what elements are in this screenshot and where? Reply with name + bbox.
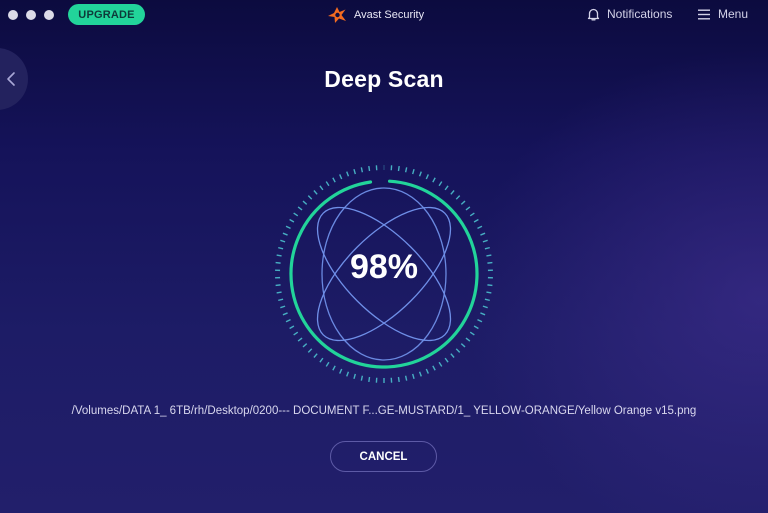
window-controls — [8, 10, 54, 20]
progress-tick — [438, 181, 443, 187]
progress-tick — [473, 218, 479, 223]
progress-tick — [469, 212, 475, 217]
progress-tick — [293, 212, 299, 217]
progress-tick — [282, 232, 288, 236]
progress-tick — [438, 361, 443, 367]
progress-tick — [469, 331, 475, 336]
progress-tick — [404, 375, 408, 381]
progress-tick — [455, 195, 461, 200]
progress-tick — [465, 337, 471, 342]
progress-tick — [293, 331, 299, 336]
progress-tick — [465, 206, 471, 211]
progress-tick — [482, 239, 488, 243]
progress-tick — [444, 357, 449, 363]
close-window-button[interactable] — [8, 10, 18, 20]
progress-tick — [339, 368, 343, 374]
notifications-button[interactable]: Notifications — [587, 7, 672, 21]
progress-tick — [307, 195, 313, 200]
upgrade-button[interactable]: UPGRADE — [68, 4, 145, 25]
progress-tick — [482, 305, 488, 309]
progress-tick — [460, 343, 466, 348]
progress-tick — [432, 365, 436, 371]
page-title: Deep Scan — [324, 66, 444, 92]
progress-tick — [455, 348, 461, 353]
progress-tick — [411, 169, 415, 175]
progress-tick — [339, 174, 343, 180]
progress-tick — [285, 318, 291, 323]
progress-tick — [282, 312, 288, 316]
zoom-window-button[interactable] — [44, 10, 54, 20]
app-brand: Avast Security — [327, 6, 424, 24]
progress-tick — [332, 177, 336, 183]
progress-tick — [278, 298, 284, 302]
current-file-path: /Volumes/DATA 1_ 6TB/rh/Desktop/0200--- … — [71, 405, 697, 417]
progress-tick — [477, 318, 483, 323]
progress-tick — [325, 361, 330, 367]
progress-tick — [307, 348, 313, 353]
progress-tick — [319, 357, 324, 363]
progress-tick — [289, 325, 295, 330]
progress-tick — [404, 167, 408, 173]
title-bar: UPGRADE Avast Security Notifications Men… — [0, 0, 768, 30]
progress-tick — [353, 169, 357, 175]
progress-tick — [360, 375, 364, 381]
hamburger-icon — [698, 9, 710, 19]
progress-tick — [397, 376, 400, 383]
progress-tick — [313, 353, 318, 358]
progress-tick — [332, 365, 336, 371]
progress-tick — [346, 171, 350, 177]
progress-tick — [280, 305, 286, 309]
progress-tick — [302, 200, 308, 205]
progress-tick — [480, 232, 486, 236]
progress-tick — [368, 165, 371, 172]
progress-tick — [346, 371, 350, 377]
progress-tick — [302, 343, 308, 348]
menu-label: Menu — [718, 7, 749, 21]
progress-tick — [477, 225, 483, 230]
progress-tick — [313, 190, 318, 195]
progress-tick — [450, 353, 455, 358]
progress-tick — [285, 225, 291, 230]
progress-tick — [418, 171, 422, 177]
progress-tick — [319, 185, 324, 191]
progress-tick — [411, 373, 415, 379]
progress-tick — [460, 200, 466, 205]
progress-tick — [473, 325, 479, 330]
progress-tick — [353, 373, 357, 379]
progress-tick — [484, 298, 490, 302]
progress-tick — [289, 218, 295, 223]
app-name: Avast Security — [354, 9, 425, 21]
progress-tick — [486, 291, 492, 294]
progress-tick — [297, 337, 303, 342]
progress-tick — [444, 185, 449, 191]
cancel-button[interactable]: CANCEL — [330, 441, 437, 472]
notifications-label: Notifications — [607, 7, 673, 21]
progress-tick — [425, 174, 429, 180]
progress-tick — [450, 190, 455, 195]
progress-tick — [397, 165, 400, 172]
avast-logo-icon — [328, 7, 346, 23]
progress-tick — [360, 167, 364, 173]
progress-percentage: 98% — [349, 248, 419, 286]
minimize-window-button[interactable] — [26, 10, 36, 20]
progress-tick — [425, 368, 429, 374]
progress-tick — [297, 206, 303, 211]
progress-tick — [432, 177, 436, 183]
progress-tick — [368, 376, 371, 383]
progress-tick — [325, 181, 330, 187]
bell-icon — [587, 8, 600, 21]
progress-tick — [418, 371, 422, 377]
progress-tick — [480, 312, 486, 316]
menu-button[interactable]: Menu — [698, 7, 748, 21]
progress-tick — [280, 239, 286, 243]
progress-tick — [276, 291, 282, 294]
